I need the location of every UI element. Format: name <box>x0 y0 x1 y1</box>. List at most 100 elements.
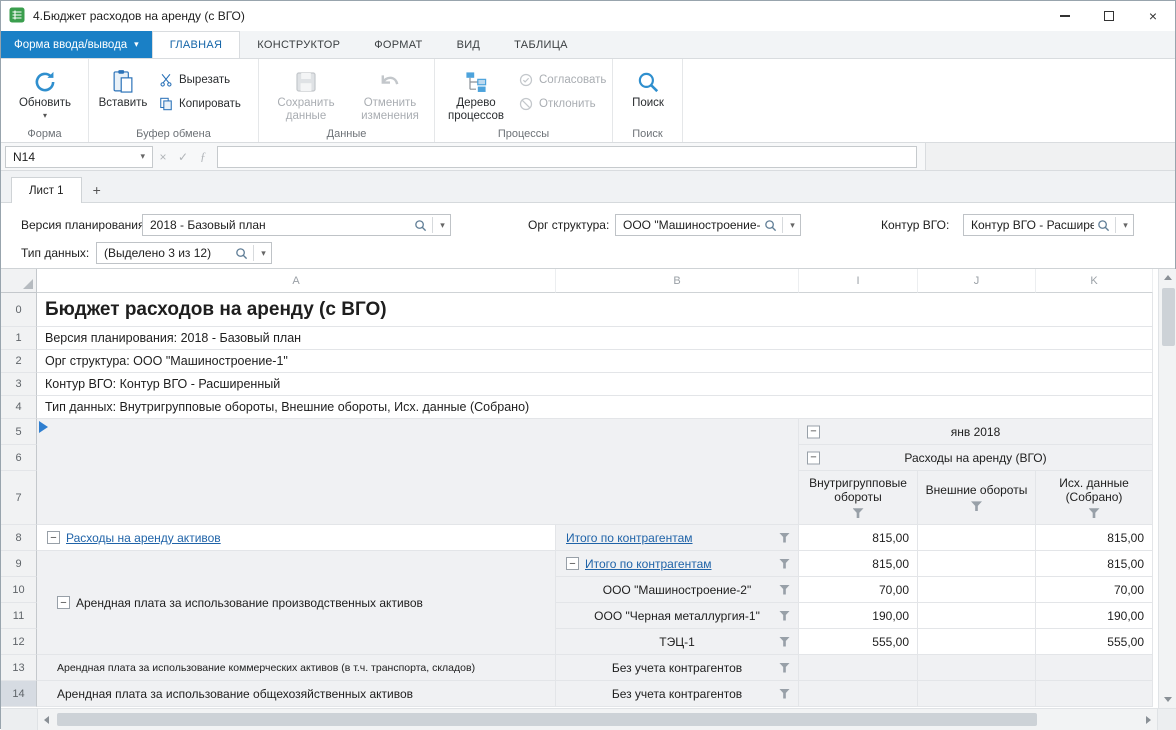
row-header[interactable]: 0 <box>1 293 37 327</box>
row-header[interactable]: 10 <box>1 577 37 603</box>
counterparty-cell[interactable]: Итого по контрагентам <box>556 525 799 551</box>
row-header[interactable]: 6 <box>1 445 37 471</box>
drill-link[interactable]: Расходы на аренду активов <box>66 531 221 545</box>
counterparty-cell[interactable]: Без учета контрагентов <box>556 655 799 681</box>
value-cell[interactable] <box>1036 655 1153 681</box>
value-cell[interactable]: 190,00 <box>799 603 918 629</box>
row-header[interactable]: 1 <box>1 327 37 350</box>
version-combobox[interactable]: 2018 - Базовый план ▾ <box>142 214 451 236</box>
tab-main[interactable]: ГЛАВНАЯ <box>152 31 241 58</box>
value-cell[interactable] <box>918 551 1036 577</box>
row-header[interactable]: 11 <box>1 603 37 629</box>
search-icon[interactable] <box>235 247 248 260</box>
insert-function-button[interactable]: ƒ <box>193 149 213 164</box>
refresh-button[interactable]: Обновить ▾ <box>13 67 77 120</box>
search-icon[interactable] <box>414 219 427 232</box>
column-header-k[interactable]: K <box>1036 269 1153 293</box>
filter-icon[interactable] <box>971 501 982 511</box>
cancel-entry-button[interactable]: × <box>153 150 173 164</box>
reject-button[interactable]: Отклонить <box>519 95 596 113</box>
value-cell[interactable] <box>918 577 1036 603</box>
counterparty-cell[interactable]: − Итого по контрагентам <box>556 551 799 577</box>
row-header[interactable]: 13 <box>1 655 37 681</box>
row-header[interactable]: 4 <box>1 396 37 419</box>
scroll-down-button[interactable] <box>1159 691 1176 708</box>
value-cell[interactable] <box>918 629 1036 655</box>
search-button[interactable]: Поиск <box>621 67 675 110</box>
row-header[interactable]: 7 <box>1 471 37 525</box>
value-cell[interactable] <box>918 655 1036 681</box>
close-button[interactable]: × <box>1131 1 1175 31</box>
sheet-tab[interactable]: Лист 1 <box>11 177 82 203</box>
filter-icon[interactable] <box>779 689 790 699</box>
counterparty-cell[interactable]: ООО "Машиностроение-2" <box>556 577 799 603</box>
period-header-cell[interactable]: − янв 2018 <box>799 419 1153 445</box>
search-icon[interactable] <box>1097 219 1110 232</box>
value-cell[interactable]: 190,00 <box>1036 603 1153 629</box>
select-all-corner[interactable] <box>1 269 37 293</box>
value-cell[interactable]: 555,00 <box>799 629 918 655</box>
column-header-i[interactable]: I <box>799 269 918 293</box>
save-data-button[interactable]: Сохранить данные <box>269 67 343 123</box>
value-header-cell[interactable]: Исх. данные (Собрано) <box>1036 471 1153 525</box>
process-tree-button[interactable]: Дерево процессов <box>443 67 509 123</box>
cell-name-box[interactable]: N14 ▾ <box>5 146 153 168</box>
datatype-combobox[interactable]: (Выделено 3 из 12) ▾ <box>96 242 272 264</box>
value-cell[interactable] <box>918 525 1036 551</box>
tab-table[interactable]: ТАБЛИЦА <box>497 31 585 58</box>
row-header[interactable]: 9 <box>1 551 37 577</box>
column-header-a[interactable]: A <box>37 269 556 293</box>
meta-cell[interactable]: Тип данных: Внутригрупповые обороты, Вне… <box>37 396 1153 419</box>
row-header[interactable]: 5 <box>1 419 37 445</box>
filter-icon[interactable] <box>779 663 790 673</box>
horizontal-scroll-thumb[interactable] <box>57 713 1037 726</box>
collapse-icon[interactable]: − <box>807 425 820 438</box>
cut-button[interactable]: Вырезать <box>159 71 230 89</box>
value-cell[interactable] <box>918 603 1036 629</box>
collapse-icon[interactable]: − <box>807 451 820 464</box>
row-header[interactable]: 12 <box>1 629 37 655</box>
drill-link[interactable]: Итого по контрагентам <box>585 557 712 571</box>
meta-cell[interactable]: Версия планирования: 2018 - Базовый план <box>37 327 1153 350</box>
confirm-entry-button[interactable]: ✓ <box>173 150 193 164</box>
column-header-b[interactable]: B <box>556 269 799 293</box>
row-label-cell[interactable]: − Расходы на аренду активов <box>37 525 556 551</box>
caret-down-icon[interactable]: ▾ <box>785 220 800 231</box>
filter-icon[interactable] <box>779 637 790 647</box>
add-sheet-button[interactable]: + <box>82 177 112 202</box>
row-label-cell[interactable]: Арендная плата за использование коммерче… <box>37 655 556 681</box>
collapse-icon[interactable]: − <box>566 557 579 570</box>
contour-combobox[interactable]: Контур ВГО - Расширенный ▾ <box>963 214 1134 236</box>
value-cell[interactable]: 815,00 <box>1036 525 1153 551</box>
measure-header-cell[interactable]: − Расходы на аренду (ВГО) <box>799 445 1153 471</box>
row-header[interactable]: 8 <box>1 525 37 551</box>
form-io-menu-button[interactable]: Форма ввода/вывода ▾ <box>1 31 152 58</box>
scroll-up-button[interactable] <box>1159 269 1176 286</box>
value-cell[interactable] <box>799 681 918 707</box>
value-cell[interactable]: 70,00 <box>799 577 918 603</box>
value-cell[interactable]: 815,00 <box>799 525 918 551</box>
undo-changes-button[interactable]: Отменить изменения <box>353 67 427 123</box>
row-header[interactable]: 3 <box>1 373 37 396</box>
report-title-cell[interactable]: Бюджет расходов на аренду (с ВГО) <box>37 293 1153 327</box>
counterparty-cell[interactable]: ООО "Черная металлургия-1" <box>556 603 799 629</box>
value-cell[interactable]: 815,00 <box>1036 551 1153 577</box>
filter-icon[interactable] <box>853 508 864 518</box>
value-cell[interactable] <box>799 655 918 681</box>
filter-icon[interactable] <box>779 585 790 595</box>
paste-button[interactable]: Вставить <box>97 67 149 110</box>
value-header-cell[interactable]: Внешние обороты <box>918 471 1036 525</box>
counterparty-cell[interactable]: ТЭЦ-1 <box>556 629 799 655</box>
row-header-current[interactable]: 14 <box>1 681 37 707</box>
value-cell[interactable]: 70,00 <box>1036 577 1153 603</box>
caret-down-icon[interactable]: ▾ <box>435 220 450 231</box>
vertical-scroll-thumb[interactable] <box>1162 288 1175 346</box>
caret-down-icon[interactable]: ▾ <box>1118 220 1133 231</box>
caret-down-icon[interactable]: ▾ <box>256 248 271 259</box>
maximize-button[interactable] <box>1087 1 1131 31</box>
counterparty-cell[interactable]: Без учета контрагентов <box>556 681 799 707</box>
filter-icon[interactable] <box>779 559 790 569</box>
scroll-left-button[interactable] <box>38 709 55 730</box>
filter-icon[interactable] <box>779 533 790 543</box>
drill-link[interactable]: Итого по контрагентам <box>566 531 693 545</box>
